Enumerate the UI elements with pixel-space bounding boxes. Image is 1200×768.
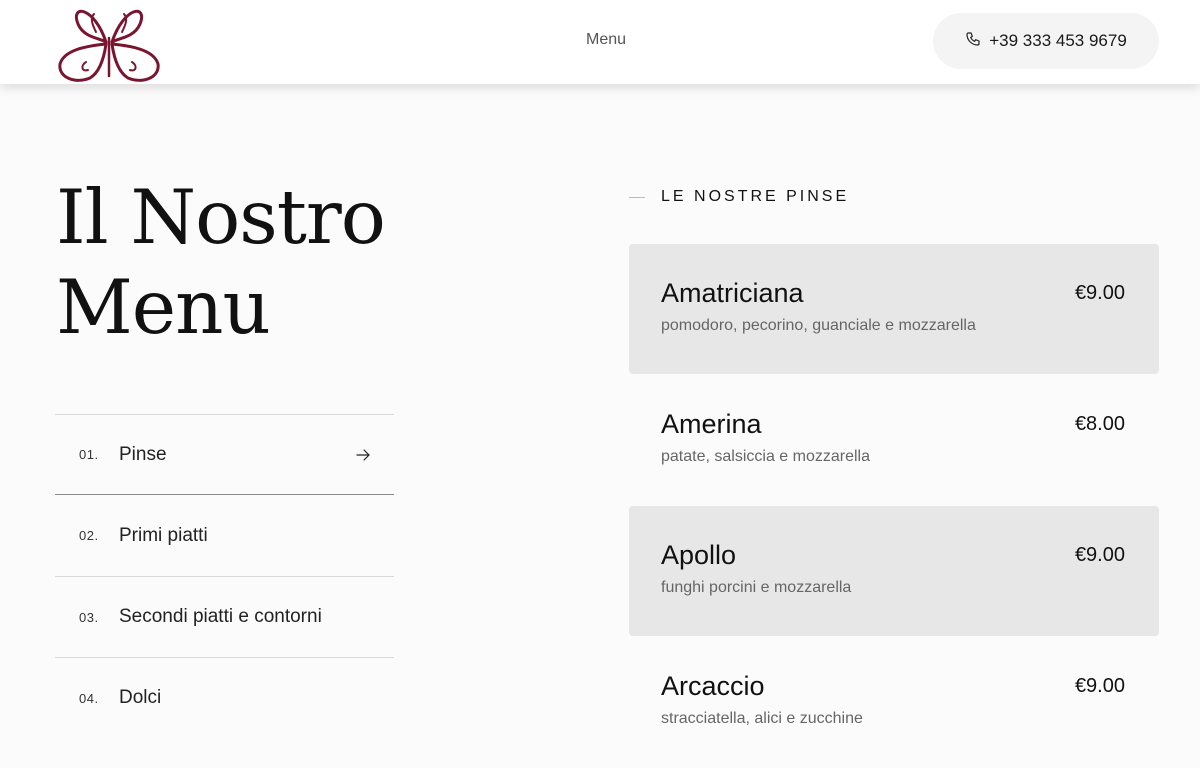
dish-item[interactable]: Arcaccio stracciatella, alici e zucchine…: [629, 637, 1159, 767]
category-item-dolci[interactable]: 04. Dolci: [55, 657, 394, 738]
category-label: Pinse: [119, 443, 167, 465]
category-number: 01.: [79, 447, 99, 462]
dish-price: €8.00: [1074, 413, 1125, 435]
butterfly-logo[interactable]: [56, 2, 162, 84]
dish-name: Amerina: [661, 409, 762, 439]
category-item-secondi[interactable]: 03. Secondi piatti e contorni: [55, 576, 394, 657]
phone-button[interactable]: +39 333 453 9679: [933, 13, 1159, 69]
section-title: LE NOSTRE PINSE: [661, 188, 850, 205]
category-label: Dolci: [119, 687, 162, 708]
dish-item[interactable]: Apollo funghi porcini e mozzarella €9.00: [629, 506, 1159, 636]
dish-price: €9.00: [1074, 282, 1125, 304]
category-list: 01. Pinse 02. Primi piatti 03. Secondi p…: [55, 414, 394, 738]
dish-name: Apollo: [661, 540, 737, 570]
category-item-primi[interactable]: 02. Primi piatti: [55, 495, 394, 576]
dish-description: patate, salsiccia e mozzarella: [661, 448, 870, 465]
site-header: Menu +39 333 453 9679: [0, 0, 1200, 84]
arrow-right-icon: [356, 448, 370, 462]
category-number: 02.: [79, 528, 99, 543]
category-label: Secondi piatti e contorni: [119, 606, 322, 627]
category-item-pinse[interactable]: 01. Pinse: [55, 414, 394, 495]
page-title: Il Nostro Menu: [56, 172, 456, 352]
dish-description: stracciatella, alici e zucchine: [661, 710, 863, 727]
dish-description: funghi porcini e mozzarella: [661, 579, 852, 596]
category-label: Primi piatti: [119, 524, 208, 546]
page-title-line2: Menu: [56, 263, 271, 351]
dish-list: Amatriciana pomodoro, pecorino, guancial…: [629, 244, 1159, 768]
nav-menu-link[interactable]: Menu: [586, 31, 626, 49]
dish-description: pomodoro, pecorino, guanciale e mozzarel…: [661, 317, 976, 334]
phone-icon: [965, 31, 981, 52]
dish-item[interactable]: Amerina patate, salsiccia e mozzarella €…: [629, 375, 1159, 505]
phone-number: +39 333 453 9679: [989, 31, 1127, 50]
category-number: 03.: [79, 609, 99, 625]
category-number: 04.: [79, 690, 99, 706]
dish-price: €9.00: [1074, 544, 1125, 566]
page-title-line1: Il Nostro: [56, 173, 386, 261]
dish-item[interactable]: Amatriciana pomodoro, pecorino, guancial…: [629, 244, 1159, 374]
section-divider: [629, 196, 645, 198]
dish-name: Amatriciana: [661, 278, 804, 308]
dish-name: Arcaccio: [661, 671, 765, 701]
section-header: LE NOSTRE PINSE: [629, 188, 849, 206]
dish-price: €9.00: [1074, 675, 1125, 697]
